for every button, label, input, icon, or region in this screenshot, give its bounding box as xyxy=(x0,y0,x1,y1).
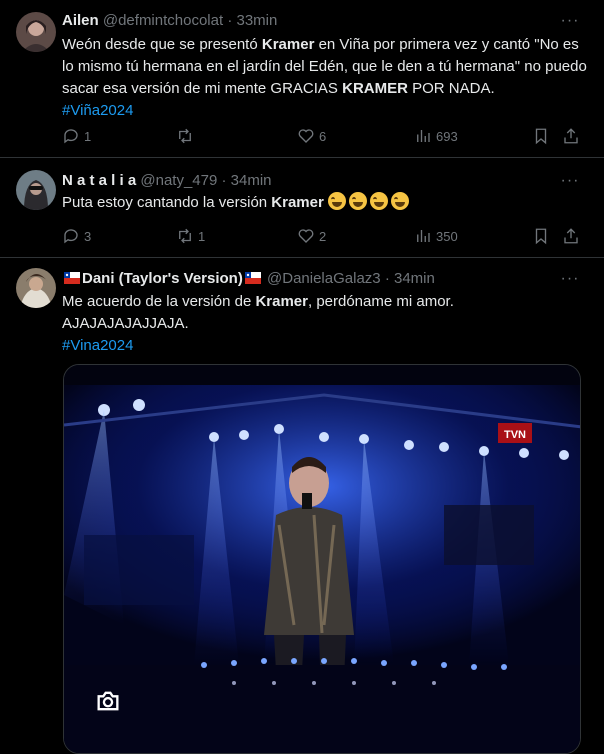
bookmark-button[interactable] xyxy=(532,126,550,146)
share-button[interactable] xyxy=(562,226,580,246)
like-count: 6 xyxy=(319,128,327,144)
tweet-text: Me acuerdo de la versión de Kramer, perd… xyxy=(62,291,592,357)
separator-dot: · xyxy=(221,172,227,189)
tweet-text-segment: Puta estoy cantando la versión xyxy=(62,194,272,211)
separator-dot: · xyxy=(384,270,390,287)
separator-dot: · xyxy=(227,12,233,29)
reply-button[interactable]: 1 xyxy=(62,126,91,146)
reply-icon xyxy=(64,129,78,144)
laughing-emoji-icon xyxy=(328,192,346,210)
tweet-actions: 1 6 693 xyxy=(62,126,592,146)
reply-icon xyxy=(64,229,78,244)
heart-icon xyxy=(298,229,314,243)
avatar[interactable] xyxy=(16,268,56,308)
views-button[interactable]: 350 xyxy=(414,226,458,246)
retweet-icon xyxy=(179,228,191,244)
bookmark-icon xyxy=(535,128,547,145)
camera-icon[interactable] xyxy=(94,687,122,715)
bookmark-button[interactable] xyxy=(532,226,550,246)
video-media[interactable]: TVN xyxy=(63,364,581,754)
chile-flag-icon xyxy=(244,272,261,284)
retweet-button[interactable]: 1 xyxy=(176,226,205,246)
retweet-count: 1 xyxy=(198,228,206,244)
avatar[interactable] xyxy=(16,12,56,52)
tweet-text-bold: Kramer xyxy=(255,293,308,310)
reply-count: 3 xyxy=(84,228,92,244)
user-handle[interactable]: @DanielaGalaz3 xyxy=(267,270,381,287)
like-button[interactable]: 6 xyxy=(297,126,326,146)
tweet-text-bold: Kramer xyxy=(261,36,315,53)
timestamp[interactable]: 33min xyxy=(237,12,278,29)
laughing-emoji-icon xyxy=(370,192,388,210)
more-options-icon[interactable]: ··· xyxy=(560,11,580,31)
tweet-text-bold: KRAMER xyxy=(342,80,408,97)
tweet-text: Puta estoy cantando la versión Kramer xyxy=(62,192,592,214)
reply-count: 1 xyxy=(84,128,92,144)
tweet-ailen[interactable]: Ailen @defmintchocolat · 33min ··· Weón … xyxy=(0,0,604,158)
tweet-header: Dani (Taylor's Version) @DanielaGalaz3 ·… xyxy=(64,269,435,289)
chile-flag-icon xyxy=(64,272,80,284)
retweet-button[interactable] xyxy=(176,126,198,146)
share-button[interactable] xyxy=(562,126,580,146)
like-button[interactable]: 2 xyxy=(297,226,326,246)
bookmark-icon xyxy=(535,228,547,245)
tweet-text-segment: Weón desde que se presentó xyxy=(62,36,262,53)
laughing-emoji-icon xyxy=(349,192,367,210)
views-button[interactable]: 693 xyxy=(414,126,458,146)
display-name[interactable]: N a t a l i a xyxy=(62,172,136,189)
view-count: 693 xyxy=(436,128,458,144)
timestamp[interactable]: 34min xyxy=(231,172,272,189)
tweet-actions: 3 1 2 350 xyxy=(62,226,592,246)
share-icon xyxy=(564,128,578,144)
timestamp[interactable]: 34min xyxy=(394,270,435,287)
tweet-text: Weón desde que se presentó Kramer en Viñ… xyxy=(62,34,592,122)
avatar[interactable] xyxy=(16,170,56,210)
heart-icon xyxy=(298,129,314,143)
tweet-natalia[interactable]: N a t a l i a @naty_479 · 34min ··· Puta… xyxy=(0,158,604,258)
share-icon xyxy=(564,228,578,244)
views-icon xyxy=(417,130,430,142)
concert-video-frame: TVN xyxy=(64,365,580,753)
tweet-text-segment: POR NADA. xyxy=(407,80,495,97)
tweet-header: N a t a l i a @naty_479 · 34min xyxy=(62,171,272,191)
hashtag-link[interactable]: #Viña2024 xyxy=(62,100,592,122)
tweet-text-line: AJAJAJAJAJJAJA. xyxy=(62,315,189,332)
tweet-text-bold: Kramer xyxy=(271,194,324,211)
tweet-header: Ailen @defmintchocolat · 33min xyxy=(62,11,277,31)
tweet-text-segment: Me acuerdo de la versión de xyxy=(62,293,256,310)
display-name[interactable]: Dani (Taylor's Version) xyxy=(82,270,243,287)
display-name[interactable]: Ailen xyxy=(62,12,99,29)
more-options-icon[interactable]: ··· xyxy=(560,269,580,289)
like-count: 2 xyxy=(319,228,327,244)
hashtag-link[interactable]: #Vina2024 xyxy=(62,335,592,357)
views-icon xyxy=(417,230,430,242)
retweet-icon xyxy=(179,128,191,144)
user-handle[interactable]: @naty_479 xyxy=(140,172,217,189)
reply-button[interactable]: 3 xyxy=(62,226,91,246)
user-handle[interactable]: @defmintchocolat xyxy=(103,12,223,29)
tv-logo-text: TVN xyxy=(504,429,526,441)
more-options-icon[interactable]: ··· xyxy=(560,171,580,191)
tweet-text-segment: , perdóname mi amor. xyxy=(307,293,454,310)
laughing-emoji-icon xyxy=(391,192,409,210)
view-count: 350 xyxy=(436,228,458,244)
